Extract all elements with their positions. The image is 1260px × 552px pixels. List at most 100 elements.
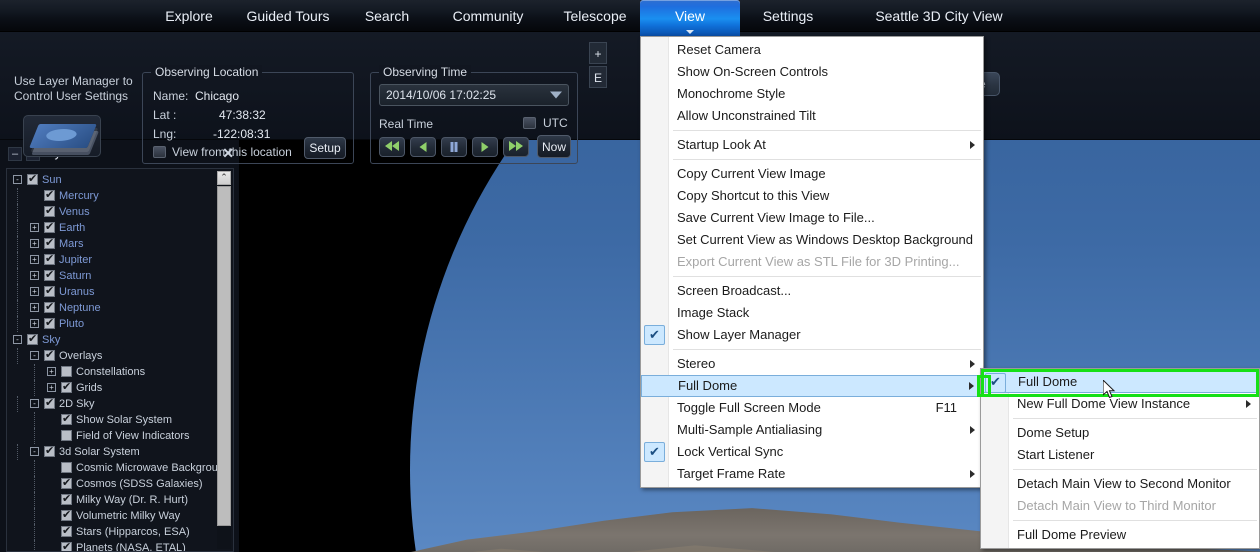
layer-tree-row[interactable]: Field of View Indicators — [7, 428, 215, 444]
rewind-fast-button[interactable] — [379, 137, 405, 157]
layer-checkbox[interactable] — [44, 235, 55, 251]
layer-tree-row[interactable]: Show Solar System — [7, 411, 215, 428]
layer-tree-row[interactable]: - Sun — [7, 171, 215, 188]
full-dome-item-new-full-dome-view-instance[interactable]: New Full Dome View Instance — [981, 393, 1259, 415]
view-menu-item-monochrome-style[interactable]: Monochrome Style — [641, 83, 983, 105]
view-menu-item-full-dome[interactable]: Full Dome — [641, 375, 983, 397]
layer-checkbox[interactable] — [44, 395, 55, 411]
layer-tree-scrollbar[interactable]: ⌃ — [217, 171, 231, 549]
layer-tree-row[interactable]: - Sky — [7, 331, 215, 348]
layer-tree-row[interactable]: + Saturn — [7, 267, 215, 284]
layer-manager-icon[interactable] — [23, 115, 101, 157]
layer-tree-row[interactable]: Mercury — [7, 187, 215, 204]
menubar-item-explore[interactable]: Explore — [150, 0, 228, 32]
collapse-node-icon[interactable]: - — [13, 175, 22, 184]
setup-button[interactable]: Setup — [304, 137, 346, 159]
layer-checkbox[interactable] — [44, 443, 55, 459]
expand-node-icon[interactable]: + — [30, 255, 39, 264]
layer-checkbox[interactable] — [61, 430, 72, 441]
rewind-button[interactable] — [410, 137, 436, 157]
expand-node-icon[interactable]: + — [47, 367, 56, 376]
layer-checkbox[interactable] — [61, 523, 72, 539]
expand-node-icon[interactable]: + — [47, 383, 56, 392]
view-menu-item-screen-broadcast[interactable]: Screen Broadcast... — [641, 280, 983, 302]
layer-checkbox[interactable] — [44, 219, 55, 235]
layer-checkbox[interactable] — [61, 491, 72, 507]
layer-checkbox[interactable] — [44, 203, 55, 219]
layer-tree-row[interactable]: + Grids — [7, 379, 215, 396]
expand-node-icon[interactable]: + — [30, 239, 39, 248]
view-menu-item-reset-camera[interactable]: Reset Camera — [641, 39, 983, 61]
layer-tree-row[interactable]: Volumetric Milky Way — [7, 507, 215, 524]
layer-checkbox[interactable] — [44, 251, 55, 267]
full-dome-submenu[interactable]: Full Dome New Full Dome View Instance Dome… — [980, 368, 1260, 549]
full-dome-item-full-dome-preview[interactable]: Full Dome Preview — [981, 524, 1259, 546]
layer-tree-row[interactable]: - Overlays — [7, 347, 215, 364]
layer-tree-row[interactable]: Stars (Hipparcos, ESA) — [7, 523, 215, 540]
layer-checkbox[interactable] — [27, 331, 38, 347]
layer-collapse-button[interactable]: – — [8, 147, 22, 161]
now-button[interactable]: Now — [537, 135, 571, 158]
zoom-in-button[interactable]: + — [589, 42, 607, 64]
layer-tree-row[interactable]: Cosmos (SDSS Galaxies) — [7, 475, 215, 492]
layer-checkbox[interactable] — [61, 507, 72, 523]
view-menu-item-copy-shortcut-to-this-view[interactable]: Copy Shortcut to this View — [641, 185, 983, 207]
layer-tree-row[interactable]: + Mars — [7, 235, 215, 252]
layer-tree-row[interactable]: - 3d Solar System — [7, 443, 215, 460]
menubar-item-view[interactable]: View — [640, 0, 740, 36]
menubar-item-settings[interactable]: Settings — [746, 0, 830, 32]
collapse-node-icon[interactable]: - — [30, 399, 39, 408]
view-menu-item-target-frame-rate[interactable]: Target Frame Rate — [641, 463, 983, 485]
layer-tree-row[interactable]: Cosmic Microwave Background — [7, 460, 230, 476]
view-menu-item-allow-unconstrained-tilt[interactable]: Allow Unconstrained Tilt — [641, 105, 983, 127]
layer-checkbox[interactable] — [61, 379, 72, 395]
layer-tree-row[interactable]: + Neptune — [7, 299, 215, 316]
utc-checkbox[interactable] — [523, 117, 536, 129]
collapse-node-icon[interactable]: - — [30, 351, 39, 360]
expand-node-icon[interactable]: + — [30, 287, 39, 296]
view-menu-item-show-layer-manager[interactable]: Show Layer Manager — [641, 324, 983, 346]
menubar-item-telescope[interactable]: Telescope — [550, 0, 640, 32]
expand-node-icon[interactable]: + — [30, 271, 39, 280]
layer-checkbox[interactable] — [61, 475, 72, 491]
view-menu-item-copy-current-view-image[interactable]: Copy Current View Image — [641, 163, 983, 185]
layer-tree-row[interactable]: - 2D Sky — [7, 395, 215, 412]
view-menu-item-toggle-full-screen-mode[interactable]: Toggle Full Screen Mode F11 — [641, 397, 983, 419]
view-menu-item-image-stack[interactable]: Image Stack — [641, 302, 983, 324]
layer-tree[interactable]: - Sun Mercury Venus + Earth + Mars + Jupiter + Satu… — [6, 168, 234, 552]
layer-checkbox[interactable] — [61, 539, 72, 551]
view-menu-item-set-current-view-as-windows-desktop-background[interactable]: Set Current View as Windows Desktop Back… — [641, 229, 983, 251]
full-dome-item-full-dome[interactable]: Full Dome — [981, 371, 1259, 393]
menubar-item-guided-tours[interactable]: Guided Tours — [234, 0, 342, 32]
layer-tree-row[interactable]: + Earth — [7, 219, 215, 236]
view-menu-item-multi-sample-antialiasing[interactable]: Multi-Sample Antialiasing — [641, 419, 983, 441]
full-dome-item-detach-main-view-to-second-monitor[interactable]: Detach Main View to Second Monitor — [981, 473, 1259, 495]
view-menu-item-show-on-screen-controls[interactable]: Show On-Screen Controls — [641, 61, 983, 83]
layer-checkbox[interactable] — [44, 267, 55, 283]
expand-node-icon[interactable]: + — [30, 303, 39, 312]
full-dome-item-start-listener[interactable]: Start Listener — [981, 444, 1259, 466]
layer-tree-row[interactable]: + Jupiter — [7, 251, 215, 268]
full-dome-item-dome-setup[interactable]: Dome Setup — [981, 422, 1259, 444]
menubar-item-community[interactable]: Community — [432, 0, 544, 32]
layer-checkbox[interactable] — [44, 347, 55, 363]
collapse-node-icon[interactable]: - — [13, 335, 22, 344]
scrollbar-thumb[interactable] — [217, 186, 231, 526]
pause-button[interactable] — [441, 137, 467, 157]
layer-tree-row[interactable]: Milky Way (Dr. R. Hurt) — [7, 491, 215, 508]
forward-fast-button[interactable] — [503, 137, 529, 157]
view-menu-item-lock-vertical-sync[interactable]: Lock Vertical Sync — [641, 441, 983, 463]
east-button[interactable]: E — [589, 66, 607, 88]
view-menu-item-stereo[interactable]: Stereo — [641, 353, 983, 375]
layer-checkbox[interactable] — [44, 187, 55, 203]
layer-tree-row[interactable]: + Pluto — [7, 315, 215, 332]
scroll-up-icon[interactable]: ⌃ — [217, 171, 231, 185]
layer-checkbox[interactable] — [44, 283, 55, 299]
layer-checkbox[interactable] — [61, 462, 72, 473]
layer-tree-row[interactable]: Planets (NASA, ETAL) — [7, 539, 215, 551]
view-menu-item-save-current-view-image-to-file[interactable]: Save Current View Image to File... — [641, 207, 983, 229]
expand-node-icon[interactable]: + — [30, 319, 39, 328]
datetime-combo[interactable]: 2014/10/06 17:02:25 — [379, 84, 569, 106]
layer-checkbox[interactable] — [61, 411, 72, 427]
layer-checkbox[interactable] — [44, 315, 55, 331]
